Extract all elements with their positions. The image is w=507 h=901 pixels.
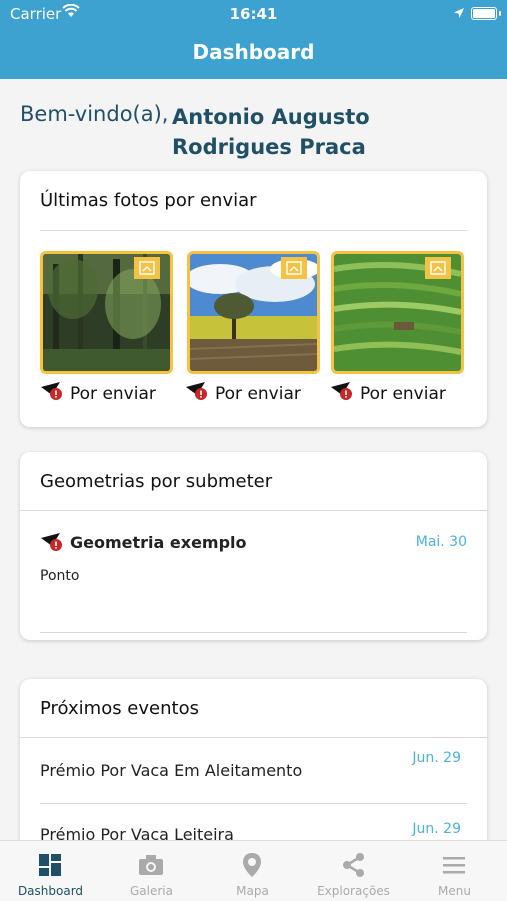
menu-icon	[443, 857, 465, 874]
send-error-icon	[40, 532, 64, 556]
geometry-name: Geometria exemplo	[70, 533, 247, 552]
pending-status: Por enviar	[185, 381, 301, 406]
divider	[40, 230, 467, 231]
event-date: Jun. 29	[412, 821, 461, 837]
navigation-bar: Carrier 16:41 Dashboard	[0, 0, 507, 79]
battery-icon	[471, 7, 501, 20]
location-arrow-icon	[453, 5, 465, 23]
camera-icon	[139, 855, 163, 875]
send-error-icon	[185, 381, 209, 406]
tab-label: Menu	[438, 884, 471, 898]
image-flag-icon	[425, 257, 451, 279]
tab-bar: Dashboard Galeria Mapa Explorações Menu	[0, 840, 507, 901]
pending-label: Por enviar	[360, 383, 446, 404]
pending-label: Por enviar	[70, 383, 156, 404]
photos-card-title: Últimas fotos por enviar	[40, 190, 257, 211]
photo-thumbnail[interactable]	[331, 251, 464, 374]
tab-label: Mapa	[236, 884, 269, 898]
geometries-card: Geometrias por submeter Geometria exempl…	[20, 452, 487, 640]
user-name-line1: Antonio Augusto	[172, 105, 370, 129]
tab-dashboard[interactable]: Dashboard	[0, 841, 101, 901]
tab-galeria[interactable]: Galeria	[101, 841, 202, 901]
send-error-icon	[40, 381, 64, 406]
pending-status: Por enviar	[40, 381, 156, 406]
image-flag-icon	[281, 257, 307, 279]
map-pin-icon	[243, 853, 261, 877]
tab-menu[interactable]: Menu	[404, 841, 507, 901]
photo-thumbnail[interactable]	[40, 251, 173, 374]
clock: 16:41	[229, 5, 278, 23]
geometry-type: Ponto	[40, 568, 80, 584]
tab-label: Explorações	[317, 884, 390, 898]
greeting: Bem-vindo(a),	[20, 102, 169, 126]
image-flag-icon	[134, 257, 160, 279]
tab-exploracoes[interactable]: Explorações	[303, 841, 404, 901]
page-title: Dashboard	[192, 40, 315, 64]
geometry-date: Mai. 30	[415, 534, 467, 550]
tab-mapa[interactable]: Mapa	[202, 841, 303, 901]
pending-status: Por enviar	[330, 381, 446, 406]
user-name-line2: Rodrigues Praca	[172, 135, 366, 159]
photos-card: Últimas fotos por enviar Por enviar Por …	[20, 171, 487, 427]
status-bar: Carrier 16:41	[0, 0, 507, 28]
geometries-card-title: Geometrias por submeter	[40, 471, 273, 492]
send-error-icon	[330, 381, 354, 406]
divider	[20, 510, 487, 511]
event-list-item[interactable]: Prémio Por Vaca Em Aleitamento Jun. 29	[40, 737, 467, 803]
pending-label: Por enviar	[215, 383, 301, 404]
share-icon	[343, 853, 364, 877]
event-date: Jun. 29	[412, 750, 461, 766]
tab-label: Dashboard	[17, 884, 84, 898]
event-label: Prémio Por Vaca Em Aleitamento	[40, 761, 303, 780]
events-card-title: Próximos eventos	[40, 698, 199, 719]
tab-label: Galeria	[130, 884, 173, 898]
user-name: Antonio Augusto Rodrigues Praca	[172, 102, 370, 162]
divider	[40, 632, 467, 633]
photo-thumbnail[interactable]	[187, 251, 320, 374]
dashboard-icon	[39, 854, 61, 876]
events-card: Próximos eventos Prémio Por Vaca Em Alei…	[20, 679, 487, 859]
